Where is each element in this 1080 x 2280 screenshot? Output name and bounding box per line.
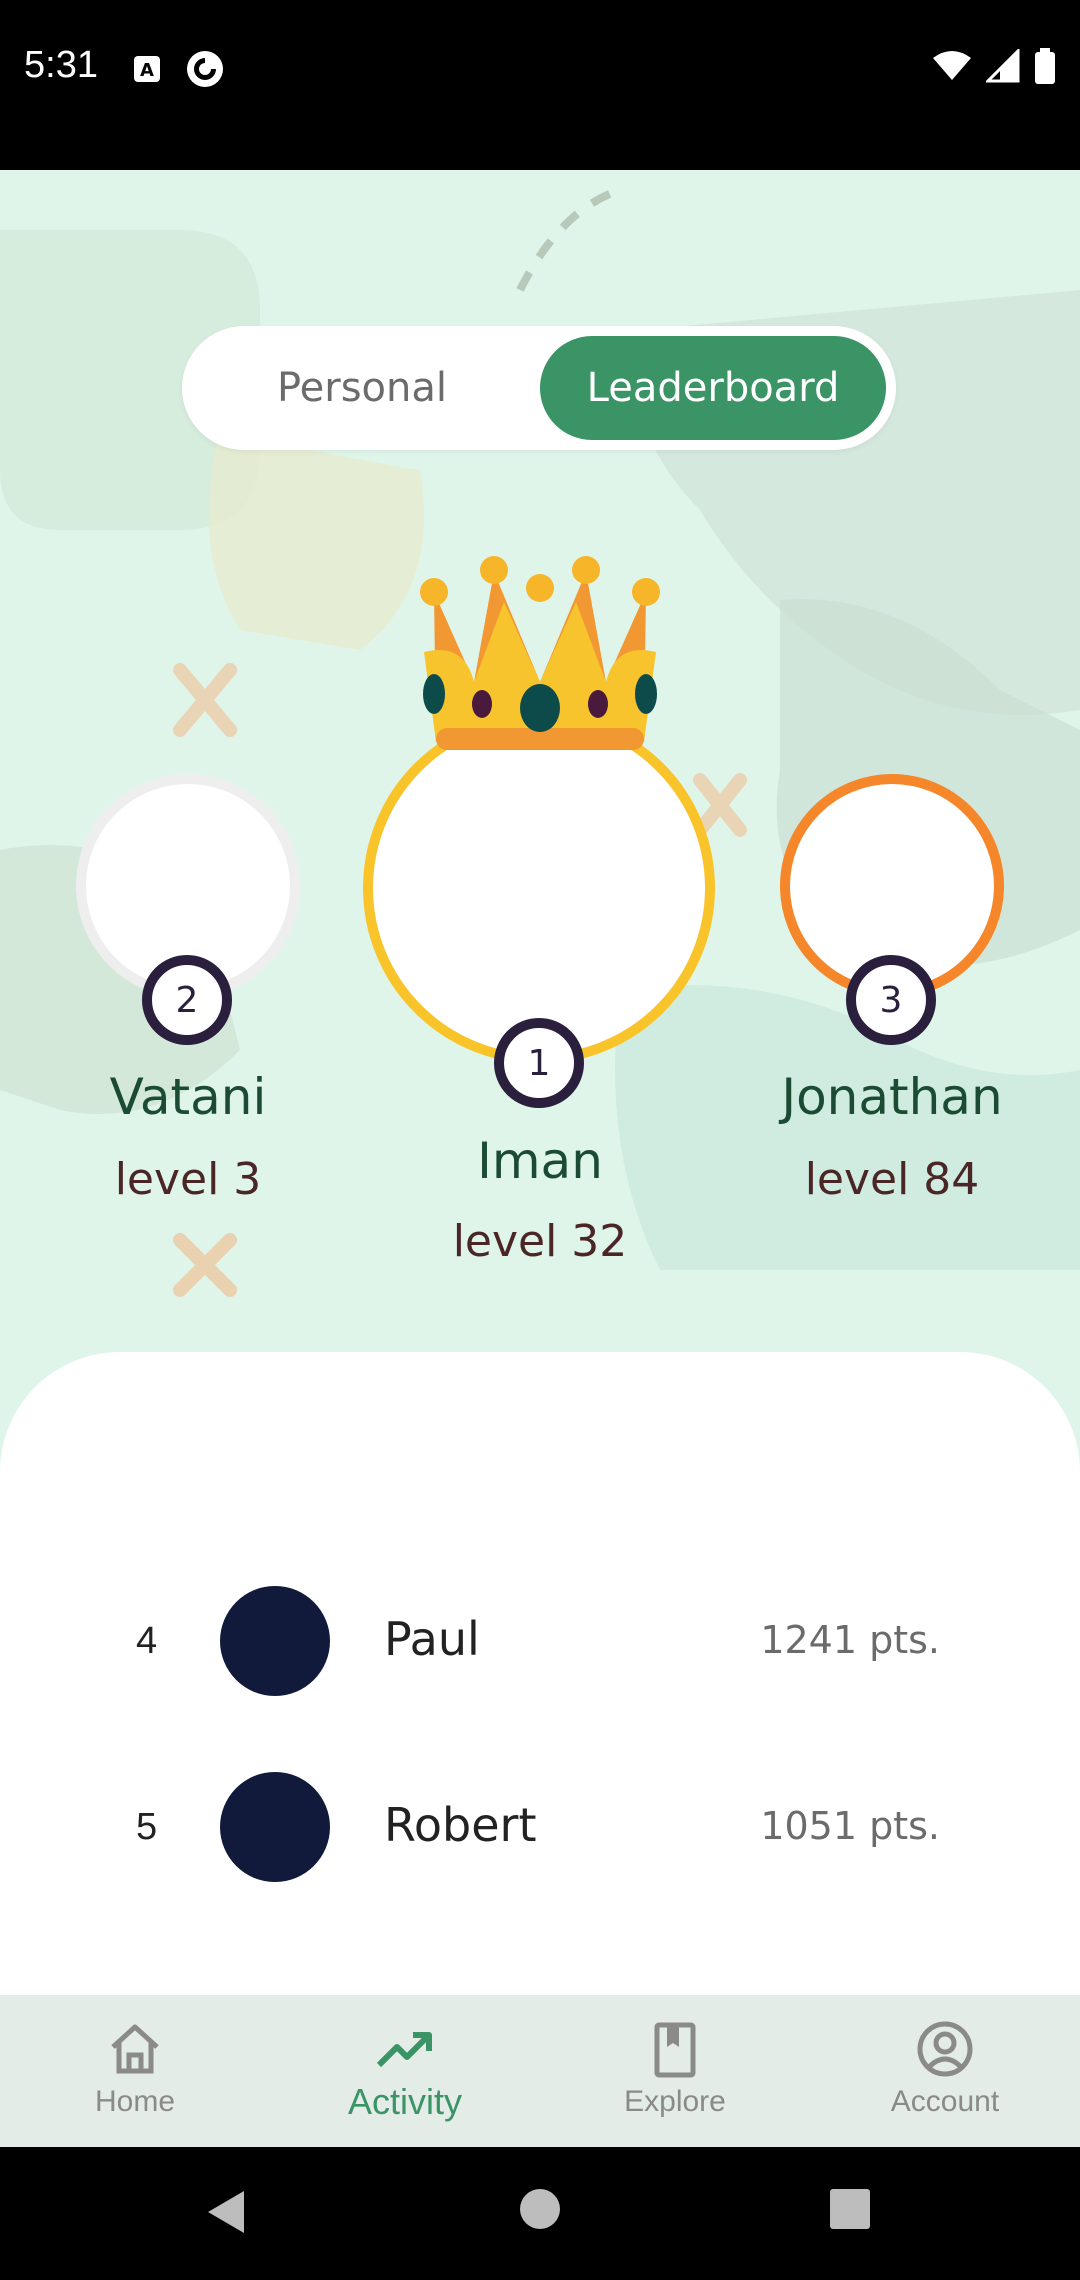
tab-personal[interactable]: Personal [192, 336, 532, 440]
rank-badge-1: 1 [494, 1018, 584, 1108]
tab-leaderboard[interactable]: Leaderboard [540, 336, 886, 440]
account-icon [917, 2021, 973, 2077]
podium-name-third: Jonathan [781, 1068, 1003, 1126]
crown-icon [420, 556, 660, 750]
nav-explore[interactable]: Explore [540, 1995, 810, 2147]
book-icon [654, 2022, 696, 2078]
list-item-name: Robert [384, 1798, 537, 1852]
nav-home-label: Home [94, 2085, 176, 2118]
avatar [220, 1772, 330, 1882]
list-item[interactable]: 4 Paul 1241 pts. [0, 1576, 1080, 1706]
svg-text:A: A [140, 60, 154, 81]
pocket-casts-icon [186, 50, 224, 92]
list-item-points: 1051 pts. [760, 1804, 940, 1848]
recents-icon[interactable] [828, 2187, 872, 2231]
bottom-nav: Home Activity Explore Account [0, 1995, 1080, 2147]
nav-home[interactable]: Home [0, 1995, 270, 2147]
status-time: 5:31 [24, 44, 98, 86]
view-toggle: Personal Leaderboard [182, 326, 896, 450]
nav-account[interactable]: Account [810, 1995, 1080, 2147]
status-bar: 5:31 A [0, 0, 1080, 170]
wifi-icon [932, 50, 972, 86]
nav-activity-label: Activity [347, 2081, 462, 2122]
avatar [220, 1586, 330, 1696]
nav-activity[interactable]: Activity [270, 1995, 540, 2147]
podium-name-second: Vatani [109, 1068, 267, 1126]
nav-account-label: Account [890, 2085, 1000, 2118]
list-item[interactable]: 5 Robert 1051 pts. [0, 1762, 1080, 1892]
ranking-list: 4 Paul 1241 pts. 5 Robert 1051 pts. [0, 1352, 1080, 1995]
back-icon[interactable] [204, 2187, 254, 2237]
home-circle-icon[interactable] [518, 2187, 562, 2231]
podium-name-first: Iman [477, 1132, 603, 1190]
podium-level-second: level 3 [114, 1154, 262, 1205]
rank-badge-3: 3 [846, 955, 936, 1045]
list-item-rank: 4 [136, 1620, 158, 1662]
home-icon [111, 2024, 159, 2074]
list-item-points: 1241 pts. [760, 1618, 940, 1662]
trending-up-icon [376, 2032, 432, 2068]
list-item-name: Paul [384, 1612, 480, 1666]
list-item-rank: 5 [136, 1806, 158, 1848]
avatar-first-place[interactable] [363, 712, 715, 1064]
cell-signal-icon [984, 47, 1020, 87]
battery-icon [1034, 48, 1056, 88]
leaderboard-screen: Personal Leaderboard 2 Vatani level 3 1 … [0, 170, 1080, 1995]
podium-level-third: level 84 [804, 1154, 980, 1205]
status-right-icons [932, 47, 1056, 88]
status-left-icons: A [132, 50, 224, 92]
rank-badge-2: 2 [142, 955, 232, 1045]
a-notification-icon: A [132, 54, 162, 88]
podium-level-first: level 32 [452, 1216, 628, 1267]
system-nav [0, 2147, 1080, 2280]
nav-explore-label: Explore [624, 2085, 726, 2118]
